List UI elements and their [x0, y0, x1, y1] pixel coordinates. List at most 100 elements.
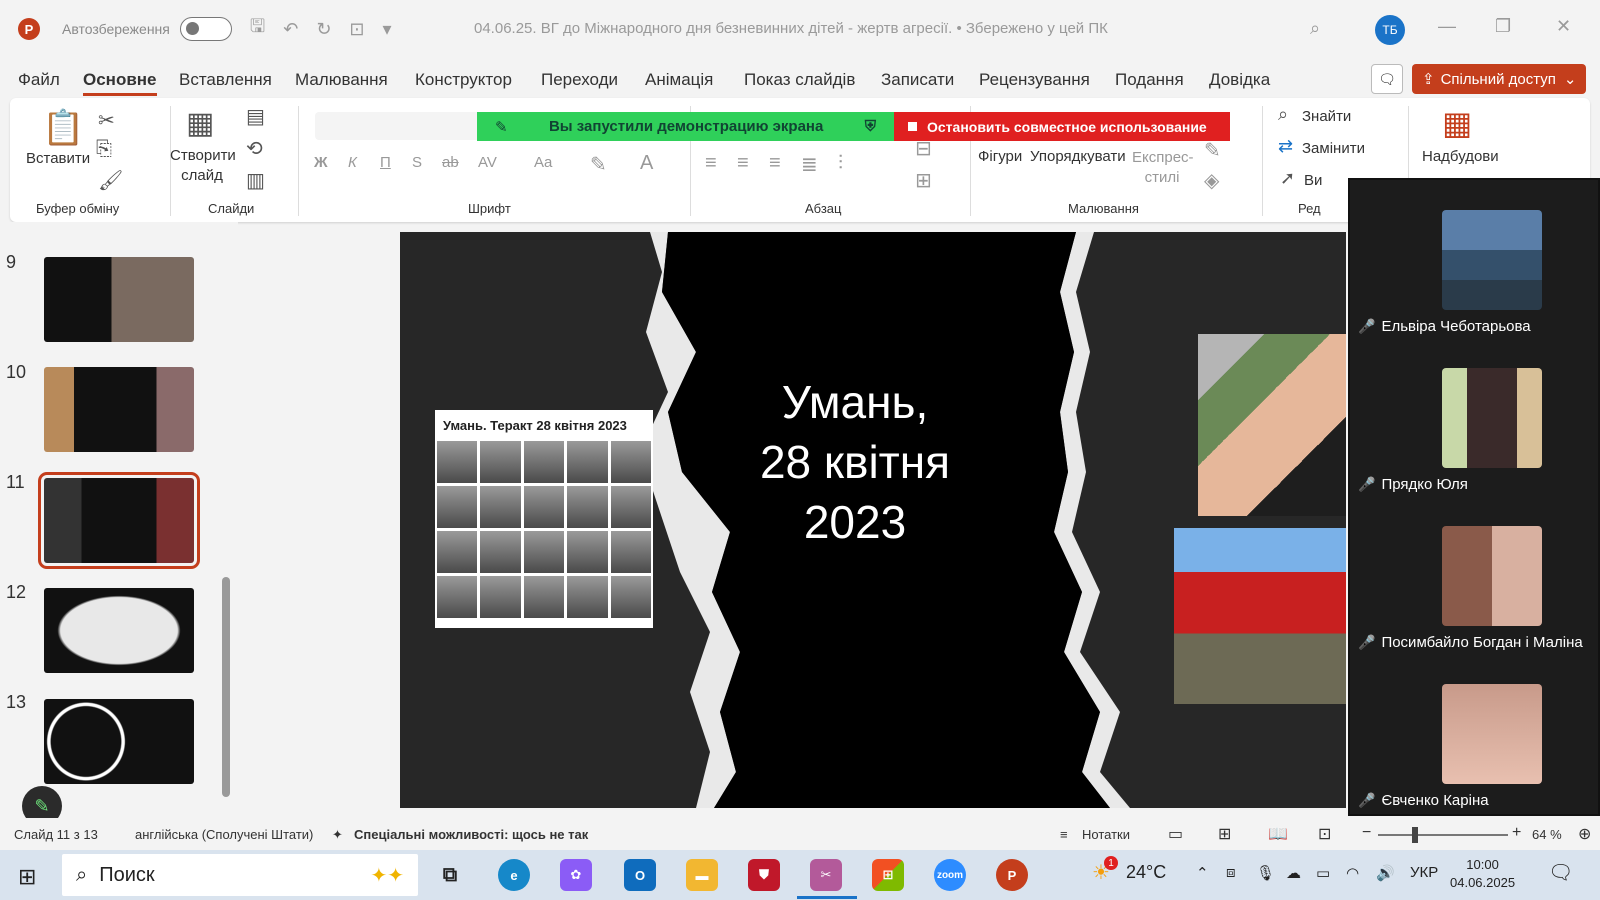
align-right-icon[interactable]: ≡ — [769, 152, 781, 175]
autosave-toggle[interactable] — [179, 17, 232, 41]
copilot-icon[interactable]: ✿ — [560, 859, 592, 891]
file-explorer-icon[interactable]: ▬ — [686, 859, 718, 891]
layout-icon[interactable]: ▤ — [246, 104, 265, 129]
zoom-out-icon[interactable]: − — [1362, 824, 1371, 842]
char-spacing-button[interactable]: AV — [478, 154, 497, 171]
accessibility-status[interactable]: Спеціальні можливості: щось не так — [354, 827, 588, 842]
tab-draw[interactable]: Малювання — [295, 70, 388, 90]
addins-icon[interactable]: ▦ — [1442, 104, 1472, 142]
cut-icon[interactable]: ✂ — [98, 108, 115, 133]
language-indicator[interactable]: англійська (Сполучені Штати) — [135, 827, 313, 842]
battery-icon[interactable]: ▭ — [1316, 864, 1330, 882]
zoom-app-icon[interactable]: zoom — [934, 859, 966, 891]
align-center-icon[interactable]: ≡ — [737, 152, 749, 175]
redo-icon[interactable]: ↻ — [316, 19, 331, 40]
girl-portrait-photo[interactable] — [1198, 334, 1346, 516]
find-icon[interactable]: ⌕ — [1278, 104, 1288, 125]
thumbnail-slide-10[interactable] — [44, 367, 194, 452]
paste-icon[interactable]: 📋 — [42, 108, 84, 148]
thumbnail-slide-13[interactable] — [44, 699, 194, 784]
stop-share-button[interactable]: Остановить совместное использование — [894, 112, 1230, 141]
tab-review[interactable]: Рецензування — [979, 70, 1090, 90]
addins-button[interactable]: Надбудови — [1422, 148, 1499, 165]
tray-expand-icon[interactable]: ⌃ — [1196, 864, 1209, 882]
section-icon[interactable]: ▥ — [246, 168, 265, 193]
outlook-icon[interactable]: O — [624, 859, 656, 891]
change-case-button[interactable]: Aa — [534, 154, 552, 171]
tab-record[interactable]: Записати — [881, 70, 954, 90]
align-left-icon[interactable]: ≡ — [705, 152, 717, 175]
document-title[interactable]: 04.06.25. ВГ до Міжнародного дня безневи… — [474, 20, 1108, 37]
thumbnail-slide-12[interactable] — [44, 588, 194, 673]
find-button[interactable]: Знайти — [1302, 108, 1351, 125]
format-painter-icon[interactable]: 🖌 — [98, 168, 123, 193]
zoom-slider-thumb[interactable] — [1412, 827, 1418, 843]
comments-button[interactable]: 🗨 — [1371, 64, 1403, 94]
thumbnail-slide-11[interactable] — [38, 472, 200, 569]
pin-icon[interactable]: ✎ — [495, 118, 508, 136]
tab-view[interactable]: Подання — [1115, 70, 1184, 90]
restore-icon[interactable]: ❐ — [1495, 16, 1511, 37]
shape-effects-icon[interactable]: ◈ — [1204, 168, 1219, 193]
edge-icon[interactable]: e — [498, 859, 530, 891]
share-button[interactable]: ⇪ Спільний доступ ⌄ — [1412, 64, 1586, 94]
store-icon[interactable]: ⊞ — [872, 859, 904, 891]
select-icon[interactable]: ➚ — [1280, 168, 1295, 189]
victims-photo-card[interactable]: Умань. Теракт 28 квітня 2023 — [435, 410, 653, 628]
tab-help[interactable]: Довідка — [1209, 70, 1270, 90]
notifications-icon[interactable]: 🗨 — [1548, 860, 1573, 885]
participant-tile[interactable]: 🎤 Ельвіра Чеботарьова — [1350, 210, 1600, 368]
thumbnail-slide-9[interactable] — [44, 257, 194, 342]
italic-button[interactable]: К — [348, 154, 357, 171]
participant-tile[interactable]: 🎤 Прядко Юля — [1350, 368, 1600, 526]
tab-transitions[interactable]: Переходи — [541, 70, 618, 90]
shape-outline-icon[interactable]: ✎ — [1204, 138, 1221, 163]
paste-button[interactable]: Вставити — [26, 150, 90, 167]
volume-icon[interactable]: 🔊 — [1376, 864, 1395, 882]
tab-design[interactable]: Конструктор — [415, 70, 512, 90]
network-device-icon[interactable]: ⧈ — [1226, 864, 1236, 881]
task-view-icon[interactable]: ⧉ — [434, 859, 466, 891]
fit-slide-icon[interactable]: ⊕ — [1578, 824, 1591, 844]
bold-button[interactable]: Ж — [314, 154, 328, 171]
tab-file[interactable]: Файл — [18, 70, 60, 90]
strikethrough-button[interactable]: ab — [442, 154, 459, 171]
replace-button[interactable]: Замінити — [1302, 140, 1365, 157]
minimize-icon[interactable]: — — [1438, 16, 1456, 37]
taskbar-clock[interactable]: 10:00 04.06.2025 — [1450, 856, 1515, 892]
columns-icon[interactable]: ⫶ — [838, 152, 843, 175]
font-color-icon[interactable]: A — [640, 152, 653, 175]
notes-button[interactable]: Нотатки — [1082, 827, 1130, 842]
onedrive-icon[interactable]: ☁ — [1286, 864, 1301, 882]
tab-slideshow[interactable]: Показ слайдів — [744, 70, 855, 90]
zoom-in-icon[interactable]: + — [1512, 824, 1521, 842]
underline-button[interactable]: П — [380, 154, 391, 171]
input-language[interactable]: УКР — [1410, 864, 1438, 881]
shapes-button[interactable]: Фігури — [978, 148, 1022, 165]
reading-view-icon[interactable]: 📖 — [1268, 824, 1288, 844]
new-slide-icon[interactable]: ▦ — [186, 106, 214, 141]
tab-animations[interactable]: Анімація — [645, 70, 713, 90]
scroll-thumb[interactable] — [222, 577, 230, 797]
wifi-icon[interactable]: ◠ — [1346, 864, 1359, 882]
save-icon[interactable]: 🖫 — [250, 14, 265, 44]
taskbar-search[interactable]: ⌕ Поиск ✦✦ — [62, 854, 418, 896]
select-button[interactable]: Ви — [1304, 172, 1322, 189]
quick-styles-button[interactable]: Експрес- стилі — [1132, 148, 1194, 188]
zoom-level[interactable]: 64 % — [1532, 827, 1562, 842]
present-icon[interactable]: ⊡ — [349, 19, 364, 40]
new-slide-button[interactable]: Створити слайд — [170, 146, 236, 186]
tulips-memorial-photo[interactable] — [1174, 528, 1346, 704]
slide-sorter-icon[interactable]: ⊞ — [1218, 824, 1231, 844]
copy-icon[interactable]: ⎘ — [96, 138, 112, 161]
reset-icon[interactable]: ⟲ — [246, 136, 263, 161]
powerpoint-taskbar-icon[interactable]: P — [996, 859, 1028, 891]
customize-qat-icon[interactable]: ▾ — [383, 19, 392, 40]
replace-icon[interactable]: ⇄ — [1278, 136, 1293, 157]
undo-icon[interactable]: ↶ — [283, 19, 298, 40]
thumbnail-scrollbar[interactable] — [222, 232, 230, 812]
snipping-tool-icon[interactable]: ✂ — [810, 859, 842, 891]
justify-icon[interactable]: ≣ — [801, 152, 818, 177]
tab-home[interactable]: Основне — [83, 70, 157, 96]
normal-view-icon[interactable]: ▭ — [1168, 824, 1183, 844]
